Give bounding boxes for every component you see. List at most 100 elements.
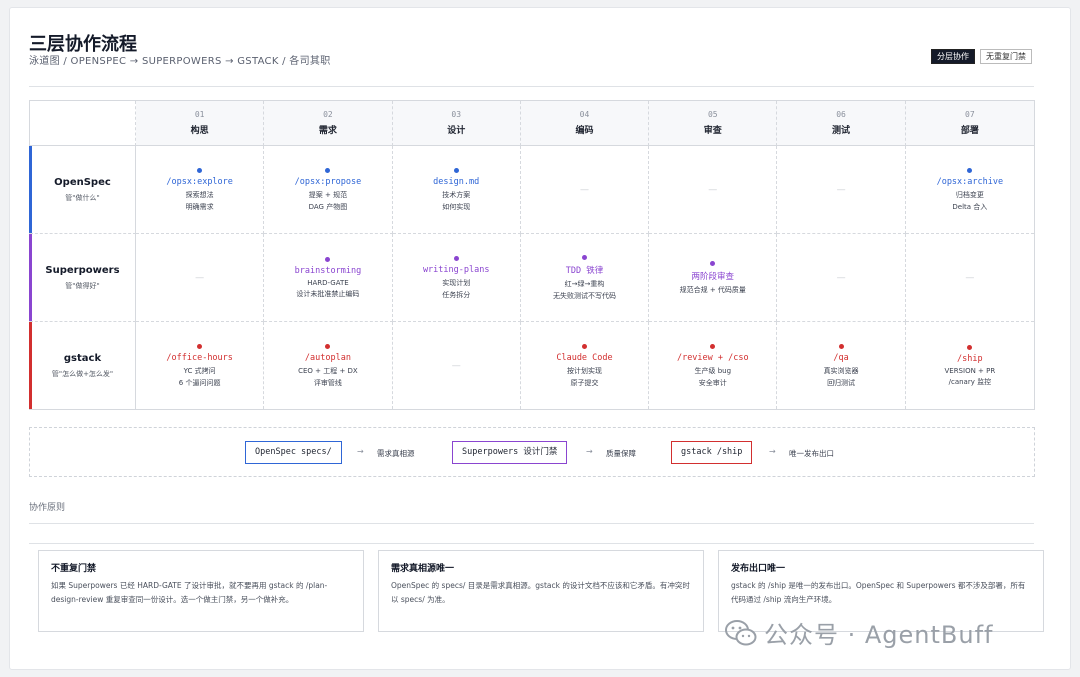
step-desc: 任务拆分: [442, 290, 471, 299]
stage-header: 05 审查: [649, 101, 778, 146]
lane-cell: 两阶段审查 规范合规 + 代码质量: [649, 234, 778, 322]
step-dot: [325, 256, 331, 262]
stage-name: 编码: [575, 126, 594, 136]
step-desc: 探索想法: [185, 190, 214, 199]
principle-card-single-source: 需求真相源唯一 OpenSpec 的 specs/ 目录是需求真相源。gstac…: [378, 550, 704, 632]
step-desc: /canary 监控: [948, 377, 992, 386]
tag-no-duplicate-gate[interactable]: 无重复门禁: [980, 49, 1032, 64]
step-dot: [453, 167, 459, 173]
empty-marker: —: [836, 272, 846, 283]
step-dot: [325, 167, 331, 173]
step-desc: Delta 合入: [952, 202, 988, 211]
stage-header: 06 测试: [777, 101, 906, 146]
lane-header-superpowers: Superpowers 管"做得好": [29, 234, 136, 322]
step-command[interactable]: /ship: [957, 354, 983, 364]
step-command[interactable]: writing-plans: [423, 265, 490, 275]
step-desc: 如何实现: [442, 202, 471, 211]
lane-cell: —: [649, 146, 778, 234]
lane-header-openspec: OpenSpec 管"做什么": [29, 146, 136, 234]
header-divider: [29, 86, 1034, 87]
lane-role: 管"做什么": [65, 193, 100, 202]
step-command[interactable]: /opsx:explore: [166, 177, 233, 187]
flow-arrow: →: [586, 447, 593, 456]
step-command[interactable]: /qa: [833, 353, 848, 363]
step-desc: 按计划实现: [566, 366, 602, 375]
step-dot: [325, 343, 331, 349]
stage-header: 04 编码: [520, 101, 650, 146]
step-command[interactable]: /opsx:archive: [937, 177, 1004, 187]
wechat-icon: [725, 619, 757, 645]
lane-cell: /qa 真实浏览器回归测试: [777, 322, 906, 409]
principle-card-no-duplicate-gate: 不重复门禁 如果 Superpowers 已经 HARD-GATE 了设计审批，…: [38, 550, 364, 632]
stage-number: 06: [836, 110, 846, 119]
step-command[interactable]: brainstorming: [295, 266, 362, 276]
principle-body: 如果 Superpowers 已经 HARD-GATE 了设计审批，就不要再用 …: [51, 581, 328, 604]
step-command[interactable]: /review + /cso: [677, 353, 749, 363]
swimlane-grid: 01 构思 02 需求 03 设计 04 编码 05 审查 06 测试 07 部署 OpenSpec 管"做什…: [29, 100, 1035, 410]
step-dot: [710, 343, 716, 349]
tag-layered-collab[interactable]: 分层协作: [931, 49, 975, 64]
step-command[interactable]: /office-hours: [166, 353, 233, 363]
stage-name: 设计: [447, 126, 466, 136]
lane-role: 管"怎么做+怎么发": [51, 369, 114, 378]
stage-number: 03: [451, 110, 462, 119]
empty-marker: —: [451, 360, 461, 371]
step-desc: 评审管线: [313, 378, 342, 387]
flow-box: Superpowers 设计门禁: [452, 441, 568, 464]
flow-label: 质量保障: [606, 449, 636, 458]
lane-cell: —: [905, 234, 1034, 322]
step-dot: [197, 343, 203, 349]
lane-cell: /autoplan CEO + 工程 + DX 评审管线: [264, 322, 393, 409]
step-desc: 真实浏览器: [823, 366, 859, 375]
lane-name: Superpowers: [45, 264, 120, 276]
step-desc: 回归测试: [827, 378, 856, 387]
stage-header: 02 需求: [264, 101, 393, 146]
lane-cell: Claude Code 按计划实现 原子提交: [521, 322, 650, 409]
stage-header: 01 构思: [136, 101, 265, 146]
stage-number: 04: [579, 110, 590, 119]
lane-cell: writing-plans 实现计划 任务拆分: [392, 234, 521, 322]
step-command[interactable]: 两阶段审查: [692, 270, 735, 282]
step-desc: 红→绿→重构: [564, 279, 605, 288]
page-subtitle: 泳道图 / OPENSPEC → SUPERPOWERS → GSTACK / …: [29, 56, 331, 67]
step-command[interactable]: /autoplan: [305, 353, 351, 363]
stage-name: 审查: [703, 126, 722, 136]
stage-number: 02: [323, 110, 333, 119]
step-command[interactable]: Claude Code: [556, 353, 612, 363]
lane-role: 管"做得好": [65, 281, 100, 290]
watermark: 公众号 · AgentBuff: [724, 615, 994, 650]
stage-header: 07 部署: [905, 101, 1034, 146]
empty-marker: —: [579, 184, 589, 195]
flow-box: OpenSpec specs/: [245, 441, 342, 464]
flow-label: 需求真相源: [377, 449, 415, 458]
stage-name: 构思: [190, 126, 209, 136]
step-desc: 提案 + 规范: [308, 190, 348, 199]
empty-marker: —: [195, 272, 205, 283]
lane-name: OpenSpec: [54, 176, 111, 188]
step-desc: 生产级 bug: [694, 366, 732, 375]
section-divider-1: [29, 523, 1034, 524]
step-desc: DAG 产物图: [308, 202, 348, 211]
lane-cell: /opsx:explore 探索想法 明确需求: [136, 146, 265, 234]
lane-cell: —: [393, 322, 521, 409]
stage-header: 03 设计: [392, 101, 521, 146]
empty-marker: —: [836, 184, 846, 195]
step-dot: [967, 167, 973, 173]
step-desc: 设计未批准禁止编码: [296, 289, 360, 298]
lane-cell: —: [520, 146, 650, 234]
lane-name: gstack: [63, 352, 102, 364]
step-command[interactable]: /opsx:propose: [295, 177, 362, 187]
lane-cell: /review + /cso 生产级 bug 安全审计: [649, 322, 778, 409]
step-desc: VERSION + PR: [944, 366, 996, 375]
lane-cell: TDD 铁律 红→绿→重构 无失败测试不写代码: [520, 234, 650, 322]
lane-cell: /opsx:propose 提案 + 规范 DAG 产物图: [264, 146, 393, 234]
grid-corner: [30, 101, 136, 146]
step-command[interactable]: TDD 铁律: [566, 264, 603, 276]
lane-cell: —: [777, 234, 906, 322]
stage-number: 01: [194, 110, 205, 119]
step-command[interactable]: design.md: [433, 177, 479, 187]
flow-summary: OpenSpec specs/ → 需求真相源 Superpowers 设计门禁 → 质量…: [29, 427, 1035, 477]
step-desc: HARD-GATE: [307, 278, 349, 287]
principle-title: 发布出口唯一: [731, 564, 786, 574]
step-dot: [710, 260, 716, 266]
